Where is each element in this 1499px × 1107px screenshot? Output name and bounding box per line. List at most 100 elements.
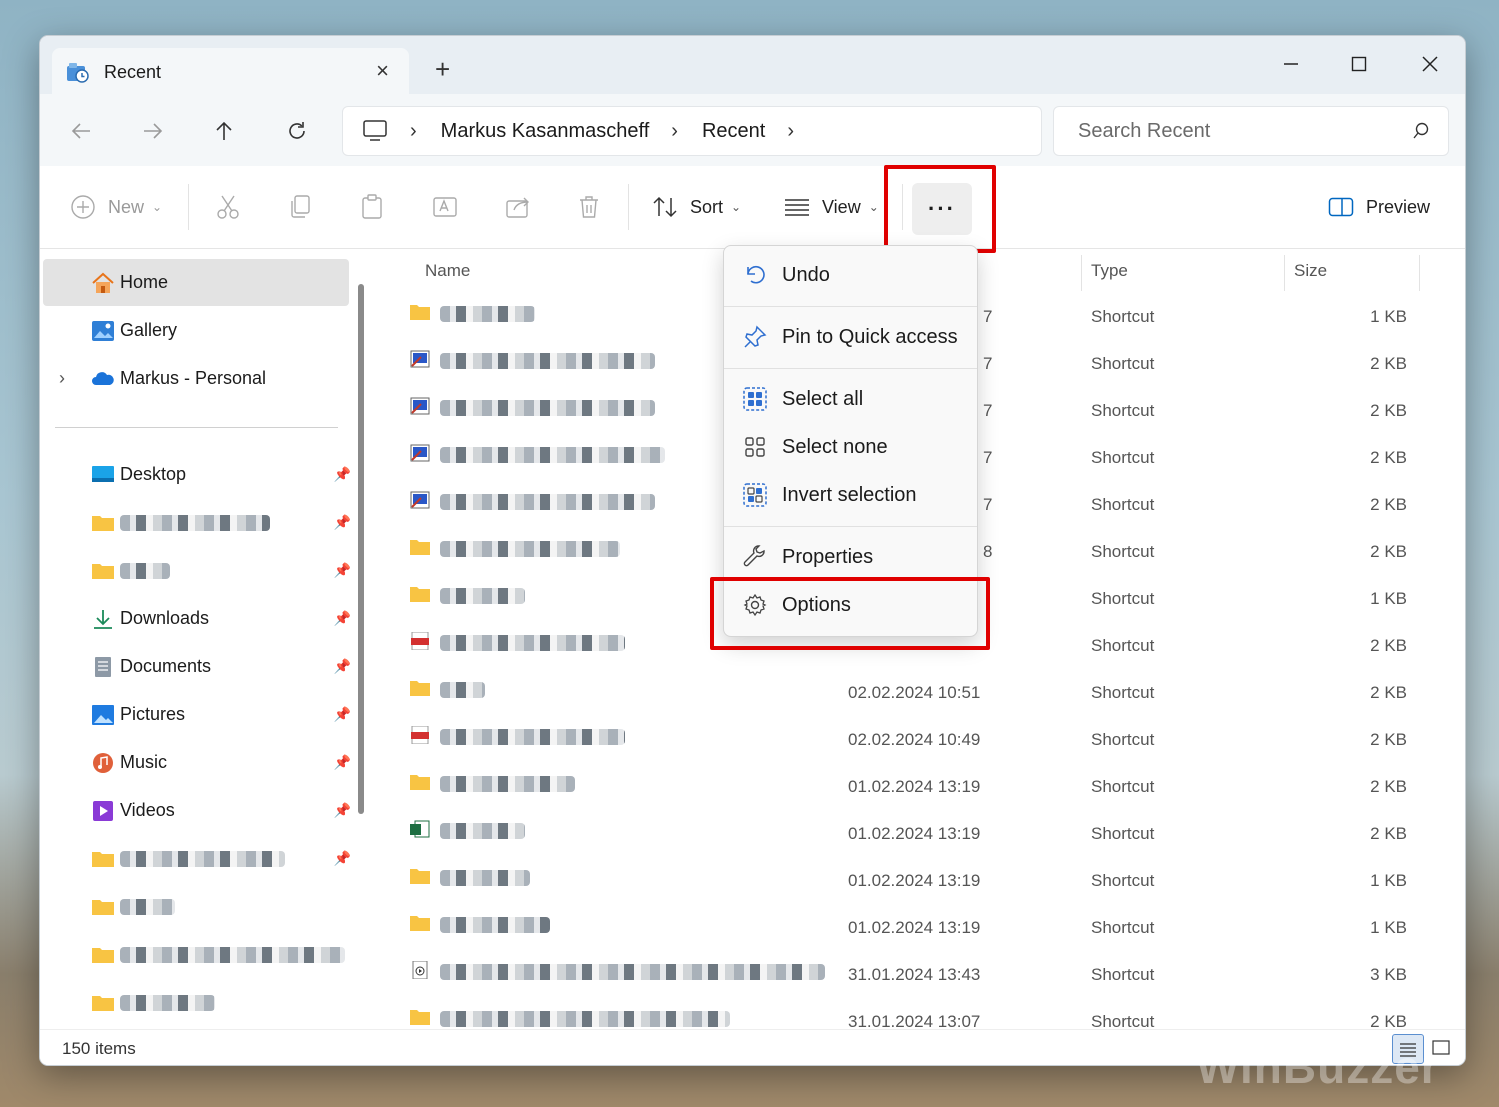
refresh-button[interactable]	[280, 114, 314, 148]
menu-item-pin-to-quick-access[interactable]: Pin to Quick access	[724, 314, 977, 360]
menu-label: Pin to Quick access	[782, 325, 958, 348]
arrow-up-icon	[216, 121, 232, 140]
tab-close-icon[interactable]: ×	[376, 58, 389, 84]
chevron-right-icon[interactable]: ›	[671, 120, 678, 143]
menu-item-select-all[interactable]: Select all	[724, 376, 977, 422]
column-header-size[interactable]: Size	[1294, 249, 1327, 293]
maximize-button[interactable]	[1337, 44, 1381, 84]
file-row[interactable]: 01.02.2024 13:19 Shortcut 2 KB	[405, 810, 1407, 857]
menu-item-undo[interactable]: Undo	[724, 252, 977, 298]
invert-selection-icon	[742, 482, 768, 508]
pin-icon[interactable]: 📌	[334, 466, 351, 483]
search-icon[interactable]	[1412, 122, 1430, 140]
pin-icon[interactable]: 📌	[334, 850, 351, 867]
search-box[interactable]	[1053, 106, 1449, 156]
sidebar-item-folder[interactable]	[43, 883, 349, 930]
column-header-name[interactable]: Name	[425, 249, 470, 293]
redacted-file-name	[440, 306, 535, 322]
sidebar-item-folder[interactable]: 📌	[43, 547, 351, 594]
forward-button[interactable]	[136, 114, 170, 148]
pin-icon[interactable]: 📌	[334, 562, 351, 579]
rename-button[interactable]	[432, 192, 458, 222]
folder-icon	[92, 899, 114, 915]
sidebar-item-home[interactable]: Home	[43, 259, 349, 306]
file-row[interactable]: 01.02.2024 13:19 Shortcut 1 KB	[405, 857, 1407, 904]
sidebar-item-downloads[interactable]: Downloads 📌	[43, 595, 351, 642]
address-bar[interactable]: › Markus Kasanmascheff › Recent ›	[342, 106, 1042, 156]
sidebar-item-music[interactable]: Music 📌	[43, 739, 351, 786]
preview-button[interactable]: Preview	[1328, 192, 1430, 222]
plus-circle-icon	[71, 195, 95, 219]
breadcrumb-recent[interactable]: Recent	[702, 120, 765, 143]
sidebar-scrollbar[interactable]	[358, 284, 364, 814]
file-size: 2 KB	[1370, 824, 1407, 843]
sort-label: Sort	[690, 196, 724, 217]
delete-button[interactable]	[577, 192, 601, 222]
sidebar-divider	[55, 427, 338, 428]
pin-icon[interactable]: 📌	[334, 610, 351, 627]
menu-item-invert-selection[interactable]: Invert selection	[724, 472, 977, 518]
sidebar-item-folder[interactable]	[43, 931, 349, 978]
view-button[interactable]: View ⌄	[784, 192, 879, 222]
file-type: Shortcut	[1091, 542, 1155, 561]
file-row[interactable]: 01.02.2024 13:19 Shortcut 2 KB	[405, 763, 1407, 810]
cut-button[interactable]	[216, 192, 240, 222]
chevron-right-icon[interactable]: ›	[59, 368, 65, 389]
sidebar-item-folder[interactable]	[43, 979, 349, 1026]
sidebar-item-label: Music	[120, 752, 168, 772]
file-date: 02.02.2024 10:51	[848, 683, 981, 702]
redacted-file-name	[440, 964, 825, 980]
sidebar-item-pictures[interactable]: Pictures 📌	[43, 691, 351, 738]
sidebar-item-desktop[interactable]: Desktop 📌	[43, 451, 351, 498]
menu-divider	[724, 368, 977, 369]
search-input[interactable]	[1076, 118, 1400, 144]
new-button[interactable]: New ⌄	[70, 192, 162, 222]
tab-recent[interactable]: Recent ×	[52, 48, 409, 96]
file-row[interactable]: 02.02.2024 10:49 Shortcut 2 KB	[405, 716, 1407, 763]
menu-item-select-none[interactable]: Select none	[724, 424, 977, 470]
shortcut-icon	[409, 491, 431, 509]
new-tab-button[interactable]: +	[435, 56, 450, 82]
menu-item-options[interactable]: Options	[724, 582, 977, 628]
sidebar-item-folder[interactable]: 📌	[43, 835, 351, 882]
chevron-right-icon[interactable]: ›	[787, 120, 794, 143]
sort-button[interactable]: Sort ⌄	[652, 192, 741, 222]
pin-icon[interactable]: 📌	[334, 754, 351, 771]
share-button[interactable]	[505, 192, 531, 222]
see-more-button[interactable]: ···	[912, 183, 972, 235]
up-button[interactable]	[207, 114, 241, 148]
pin-icon[interactable]: 📌	[334, 802, 351, 819]
videos-icon	[93, 800, 113, 821]
rename-icon	[433, 197, 457, 217]
file-type: Shortcut	[1091, 495, 1155, 514]
command-bar: New ⌄ Sort ⌄ View ⌄ Preview	[40, 166, 1465, 249]
pin-icon[interactable]: 📌	[334, 706, 351, 723]
watermark-logo: WinBuzzer	[1196, 1041, 1440, 1093]
sidebar-item-label: Videos	[120, 800, 175, 820]
file-row[interactable]: 02.02.2024 10:51 Shortcut 2 KB	[405, 669, 1407, 716]
close-window-button[interactable]	[1408, 44, 1452, 84]
breadcrumb-user[interactable]: Markus Kasanmascheff	[441, 120, 650, 143]
file-date: 01.02.2024 13:19	[848, 918, 981, 937]
pin-icon[interactable]: 📌	[334, 514, 351, 531]
sidebar-item-folder[interactable]: 📌	[43, 499, 351, 546]
paste-button[interactable]	[360, 192, 384, 222]
file-row[interactable]: 01.02.2024 13:19 Shortcut 1 KB	[405, 904, 1407, 951]
pin-icon[interactable]: 📌	[334, 658, 351, 675]
chevron-right-icon[interactable]: ›	[410, 120, 417, 143]
toolbar-divider	[902, 184, 903, 230]
file-row[interactable]: 31.01.2024 13:43 Shortcut 3 KB	[405, 951, 1407, 998]
back-button[interactable]	[64, 114, 98, 148]
folder-icon	[92, 995, 114, 1011]
menu-item-properties[interactable]: Properties	[724, 534, 977, 580]
sidebar-item-onedrive[interactable]: › Markus - Personal	[43, 355, 349, 402]
toolbar-divider	[188, 184, 189, 230]
column-header-type[interactable]: Type	[1091, 249, 1128, 293]
minimize-button[interactable]	[1269, 44, 1313, 84]
copy-button[interactable]	[288, 192, 312, 222]
sidebar-item-videos[interactable]: Videos 📌	[43, 787, 351, 834]
tab-title: Recent	[104, 61, 162, 82]
sidebar-item-documents[interactable]: Documents 📌	[43, 643, 351, 690]
sidebar-item-gallery[interactable]: Gallery	[43, 307, 349, 354]
redacted-label	[120, 994, 215, 1011]
